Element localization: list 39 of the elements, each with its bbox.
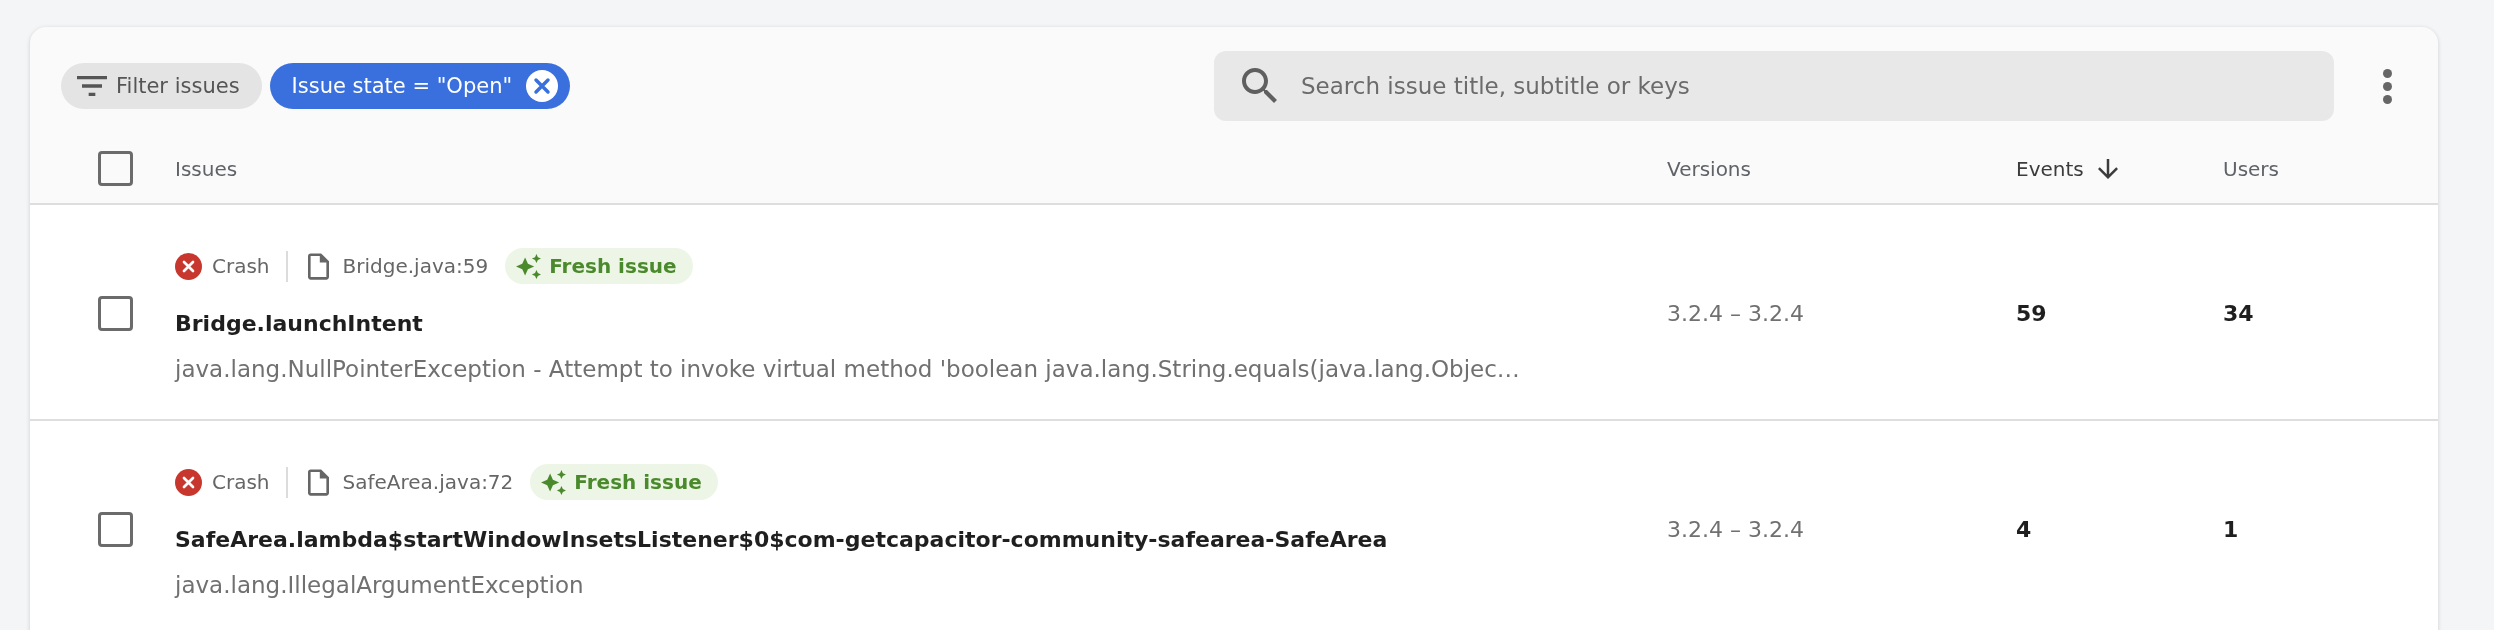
issue-type-label: Crash (212, 254, 270, 278)
issue-subtitle: java.lang.NullPointerException - Attempt to invoke virtual method 'boolean java.lang.String.equals(java.lang.Objec… (175, 356, 1521, 383)
filter-button[interactable]: Filter issues (61, 63, 262, 109)
more-icon (2382, 68, 2392, 104)
search-icon (1242, 68, 1278, 104)
select-all-checkbox[interactable] (98, 151, 133, 186)
issue-title: Bridge.launchIntent (175, 310, 424, 338)
file-icon (307, 252, 329, 280)
user-count: 34 (2223, 300, 2255, 326)
issue-subtitle: java.lang.IllegalArgumentException (175, 572, 585, 599)
badge-label: Fresh issue (574, 470, 702, 494)
error-icon (175, 252, 202, 280)
error-icon (175, 468, 202, 496)
row-checkbox[interactable] (98, 295, 133, 331)
column-header[interactable]: Events (2016, 156, 2084, 181)
file-icon (307, 468, 329, 496)
badge-label: Fresh issue (549, 254, 677, 278)
column-header[interactable]: Users (2223, 156, 2279, 181)
issue-type-label: Crash (212, 470, 270, 494)
search-field[interactable]: Search issue title, subtitle or keys (1214, 51, 2334, 121)
filter-chip[interactable]: Issue state = "Open" (269, 63, 571, 109)
close-icon[interactable] (526, 70, 559, 102)
issue-row[interactable]: Crash Bridge.java:59 Fresh issue Bridge.launchIntent java.lang.NullPointerException - Attempt to invoke virtual method 'boolean java.lang.String.equals(java.lang.Objec… 3.2.4 – 3.2.4 59 34 (30, 205, 2438, 421)
version-range: 3.2.4 – 3.2.4 (1667, 516, 1805, 542)
sparkle-icon (516, 253, 542, 279)
column-header[interactable]: Issues (175, 156, 238, 181)
column-header[interactable]: Versions (1667, 156, 1751, 181)
issue-title: SafeArea.lambda$startWindowInsetsListener$0$com-getcapacitor-community-safearea-SafeArea (175, 526, 1389, 554)
issue-row[interactable]: Crash SafeArea.java:72 Fresh issue SafeArea.lambda$startWindowInsetsListener$0$com-getcapacitor-community-safearea-SafeArea java.lang.IllegalArgumentException 3.2.4 – 3.2.4 4 1 (30, 421, 2438, 630)
user-count: 1 (2223, 516, 2240, 542)
arrow-down-icon (2097, 158, 2118, 179)
event-count: 4 (2016, 516, 2033, 542)
event-count: 59 (2016, 300, 2048, 326)
version-range: 3.2.4 – 3.2.4 (1667, 300, 1805, 326)
row-checkbox[interactable] (98, 511, 133, 547)
file-location: SafeArea.java:72 (342, 470, 514, 494)
filter-icon (77, 76, 107, 96)
sparkle-icon (541, 469, 567, 495)
file-location: Bridge.java:59 (342, 254, 489, 278)
